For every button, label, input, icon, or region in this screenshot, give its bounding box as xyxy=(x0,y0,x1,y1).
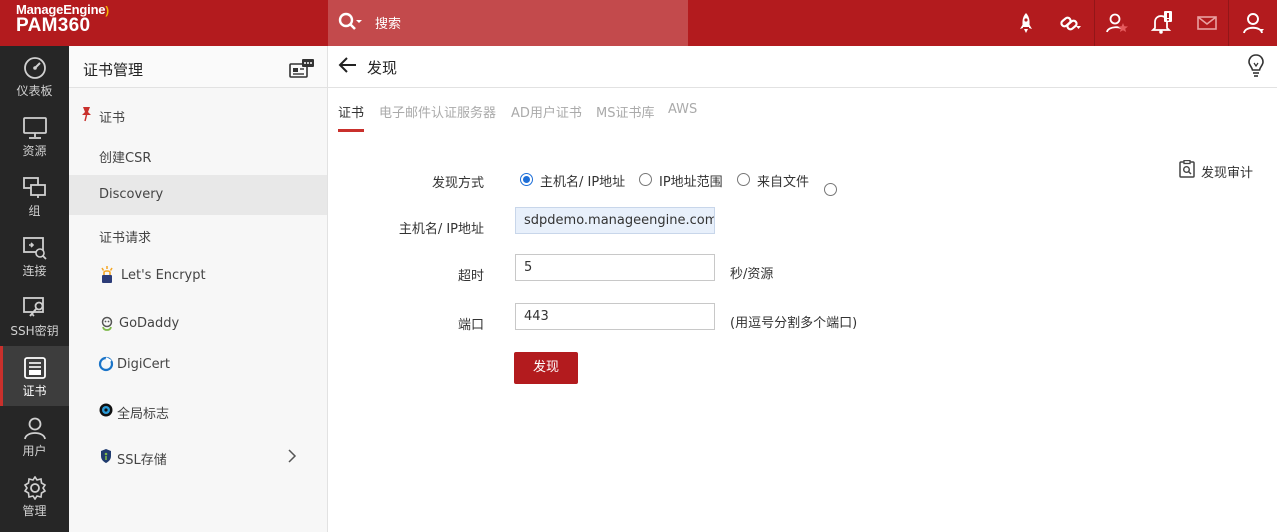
globalsign-icon xyxy=(99,403,113,417)
sidebar-item-ssl-store[interactable]: SSL存储 xyxy=(69,437,327,477)
user-star-icon[interactable] xyxy=(1102,8,1132,38)
main-navigation: 仪表板 资源 组 连接 SSH密钥 证书 用户 管理 xyxy=(0,46,69,532)
method-label: 发现方式 xyxy=(431,176,484,191)
tab-email-auth-server[interactable]: 电子邮件认证服务器 xyxy=(379,102,496,130)
radio-ip-range[interactable] xyxy=(639,173,652,186)
back-arrow-icon[interactable] xyxy=(338,56,358,74)
tab-ad-user-certificates[interactable]: AD用户证书 xyxy=(511,102,582,130)
nav-item-connections[interactable]: 连接 xyxy=(0,226,69,286)
monitor-icon xyxy=(22,117,47,139)
pin-icon xyxy=(82,107,91,122)
sidebar-title: 证书管理 xyxy=(83,61,144,79)
port-label: 端口 xyxy=(457,318,484,333)
certificate-management-sidebar: 证书管理 证书 创建CSR Discovery 证书请求 Let's Encry… xyxy=(69,46,328,532)
port-input[interactable]: 443 xyxy=(515,303,715,330)
radio-hostname-ip[interactable] xyxy=(520,173,533,186)
nav-item-groups[interactable]: 组 xyxy=(0,166,69,226)
brand-logo[interactable]: ManageEngine) PAM360 xyxy=(16,2,109,37)
hostname-input[interactable]: sdpdemo.manageengine.com. xyxy=(515,207,715,234)
host-label: 主机名/ IP地址 xyxy=(398,222,484,237)
connection-icon xyxy=(22,237,47,260)
lets-encrypt-icon xyxy=(101,266,113,283)
certificate-chat-icon[interactable] xyxy=(289,59,315,79)
user-profile-icon[interactable] xyxy=(1239,8,1269,38)
digicert-icon xyxy=(98,356,114,372)
nav-item-users[interactable]: 用户 xyxy=(0,406,69,466)
dashboard-icon xyxy=(23,57,46,79)
search-bar[interactable]: 搜索 xyxy=(328,0,688,46)
godaddy-icon xyxy=(101,316,113,331)
nav-item-dashboard[interactable]: 仪表板 xyxy=(0,46,69,106)
sidebar-item-certificates[interactable]: 证书 xyxy=(69,95,327,135)
radio-label-ip-range: IP地址范围 xyxy=(659,175,723,190)
gear-icon xyxy=(23,476,46,500)
radio-other[interactable] xyxy=(824,183,837,196)
timeout-input[interactable]: 5 xyxy=(515,254,715,281)
sidebar-item-globalsign[interactable]: 全局标志 xyxy=(69,391,327,431)
mail-icon[interactable] xyxy=(1192,8,1222,38)
notification-bell-icon[interactable] xyxy=(1147,8,1177,38)
ssl-store-icon xyxy=(101,449,111,463)
group-icon xyxy=(22,177,46,198)
port-hint: (用逗号分割多个端口) xyxy=(730,316,858,331)
search-input[interactable]: 搜索 xyxy=(375,13,401,32)
top-bar: ManageEngine) PAM360 搜索 xyxy=(0,0,1277,46)
sidebar-item-lets-encrypt[interactable]: Let's Encrypt xyxy=(69,256,327,296)
sidebar-header: 证书管理 xyxy=(69,46,327,88)
certificate-icon xyxy=(23,357,46,379)
timeout-unit: 秒/资源 xyxy=(730,267,774,282)
sidebar-item-discovery[interactable]: Discovery xyxy=(69,175,327,215)
nav-item-admin[interactable]: 管理 xyxy=(0,466,69,526)
discover-button[interactable]: 发现 xyxy=(514,352,578,384)
main-content: 发现 证书 电子邮件认证服务器 AD用户证书 MS证书库 AWS 发现审计 发现… xyxy=(328,46,1277,532)
lightbulb-icon[interactable] xyxy=(1246,53,1266,79)
nav-item-resources[interactable]: 资源 xyxy=(0,106,69,166)
chevron-right-icon[interactable] xyxy=(286,448,298,464)
sidebar-item-digicert[interactable]: DigiCert xyxy=(69,345,327,385)
sidebar-item-certificate-requests[interactable]: 证书请求 xyxy=(69,215,327,255)
link-icon[interactable] xyxy=(1055,8,1085,38)
product-name: PAM360 xyxy=(16,15,91,36)
radio-label-from-file: 来自文件 xyxy=(757,175,810,190)
radio-label-hostname-ip: 主机名/ IP地址 xyxy=(540,175,626,190)
tab-ms-cert-store[interactable]: MS证书库 xyxy=(596,102,654,130)
search-icon[interactable] xyxy=(338,12,362,34)
tab-aws[interactable]: AWS xyxy=(668,102,697,130)
tab-certificates[interactable]: 证书 xyxy=(338,102,365,132)
page-title: 发现 xyxy=(367,59,398,77)
radio-from-file[interactable] xyxy=(737,173,750,186)
timeout-label: 超时 xyxy=(457,269,484,284)
clipboard-search-icon xyxy=(1179,160,1195,178)
content-header: 发现 xyxy=(328,46,1277,88)
sidebar-item-godaddy[interactable]: GoDaddy xyxy=(69,304,327,344)
ssh-key-icon xyxy=(22,297,44,317)
nav-item-certificates[interactable]: 证书 xyxy=(0,346,69,406)
nav-item-ssh-keys[interactable]: SSH密钥 xyxy=(0,286,69,346)
rocket-icon[interactable] xyxy=(1011,8,1041,38)
user-icon xyxy=(23,417,46,440)
sidebar-item-create-csr[interactable]: 创建CSR xyxy=(69,135,327,175)
